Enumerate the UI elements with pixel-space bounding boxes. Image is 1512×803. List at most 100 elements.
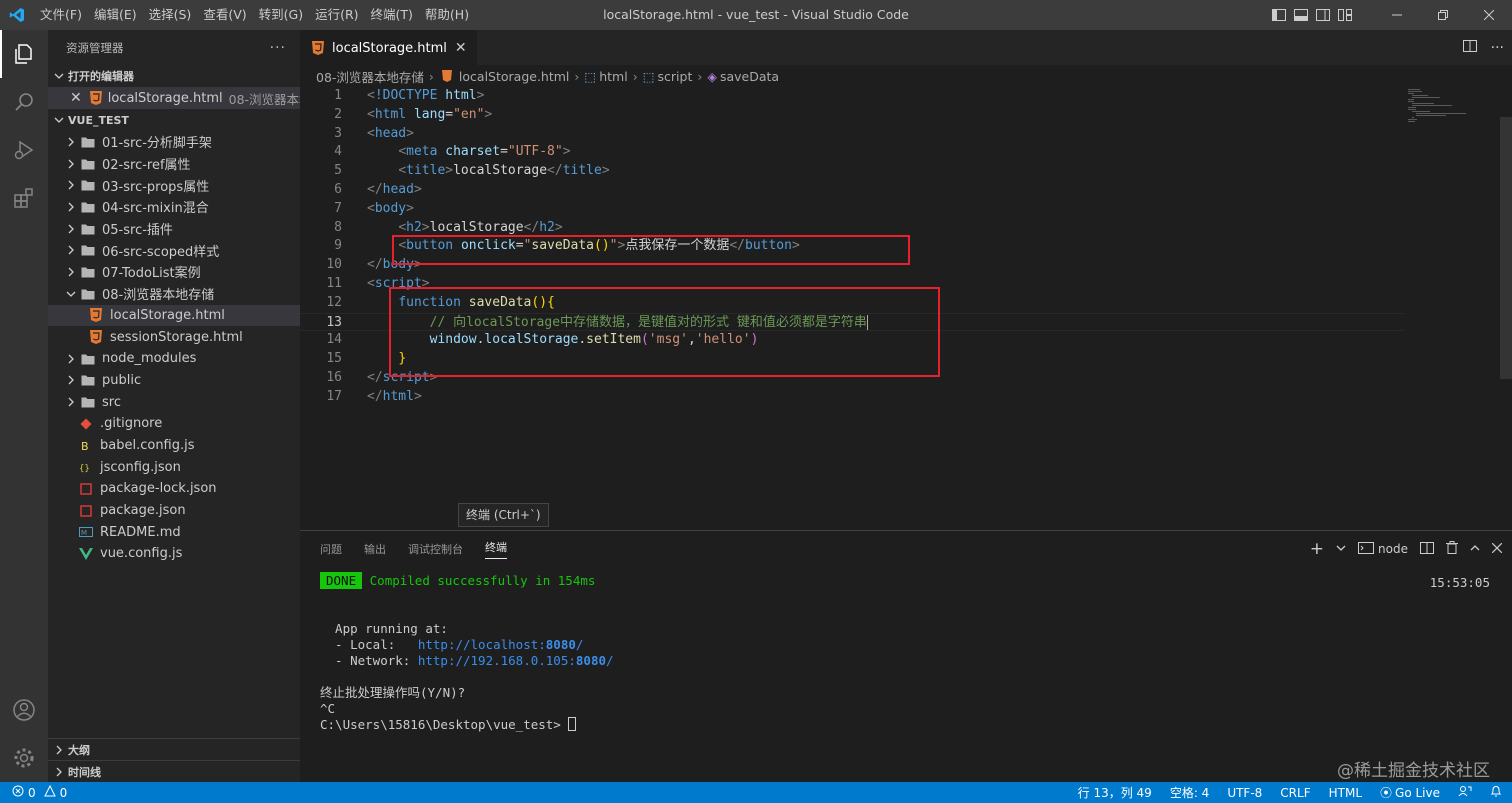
explorer-icon[interactable] — [0, 30, 48, 78]
go-live-label: Go Live — [1395, 785, 1440, 800]
tree-item[interactable]: package.json — [48, 500, 300, 522]
tree-item[interactable]: 02-src-ref属性 — [48, 153, 300, 175]
line-number: 2 — [334, 106, 342, 122]
editor-scrollbar[interactable] — [1500, 117, 1512, 379]
close-icon[interactable]: ✕ — [70, 90, 82, 106]
tree-item[interactable]: localStorage.html — [48, 304, 300, 327]
menu-edit[interactable]: 编辑(E) — [88, 0, 143, 30]
tree-item-label: 05-src-插件 — [102, 223, 173, 239]
maximize-panel-icon[interactable] — [1470, 542, 1480, 556]
breadcrumb-symbol[interactable]: saveData — [720, 69, 779, 84]
tree-item[interactable]: 07-TodoList案例 — [48, 261, 300, 283]
network-url[interactable]: http://192.168.0.105: — [418, 653, 576, 668]
code-line: 3 <head> — [300, 125, 1400, 144]
tab-problems[interactable]: 问题 — [320, 541, 342, 557]
tab-output[interactable]: 输出 — [364, 541, 386, 557]
tree-item[interactable]: package-lock.json — [48, 478, 300, 500]
bell-icon[interactable] — [1490, 785, 1502, 801]
menu-selection[interactable]: 选择(S) — [143, 0, 198, 30]
breadcrumb-script[interactable]: script — [658, 69, 693, 84]
chevron-down-icon[interactable] — [1336, 542, 1346, 556]
more-actions-icon[interactable]: ··· — [1491, 40, 1504, 56]
tree-item[interactable]: {} jsconfig.json — [48, 456, 300, 478]
close-panel-icon[interactable] — [1491, 542, 1503, 556]
tree-item-label: 04-src-mixin混合 — [102, 201, 209, 217]
tree-item[interactable]: 08-浏览器本地存储 — [48, 283, 300, 305]
error-icon[interactable] — [12, 785, 24, 800]
tree-item[interactable]: 04-src-mixin混合 — [48, 196, 300, 218]
breadcrumb-folder[interactable]: 08-浏览器本地存储 — [316, 67, 424, 86]
menu-file[interactable]: 文件(F) — [34, 0, 88, 30]
language-mode[interactable]: HTML — [1329, 786, 1362, 800]
new-terminal-icon[interactable]: + — [1310, 539, 1324, 559]
breadcrumb-file[interactable]: localStorage.html — [459, 69, 569, 84]
tab-terminal[interactable]: 终端 — [485, 539, 507, 559]
encoding[interactable]: UTF-8 — [1227, 786, 1262, 800]
breadcrumb-html[interactable]: html — [599, 69, 627, 84]
gear-icon[interactable] — [0, 734, 48, 782]
warning-count[interactable]: 0 — [60, 786, 68, 800]
restore-icon[interactable] — [1420, 0, 1466, 30]
close-window-icon[interactable] — [1466, 0, 1512, 30]
tree-item[interactable]: sessionStorage.html — [48, 326, 300, 348]
tree-item-label: node_modules — [102, 351, 197, 367]
run-debug-icon[interactable] — [0, 126, 48, 174]
menu-terminal[interactable]: 终端(T) — [365, 0, 419, 30]
tree-item[interactable]: src — [48, 391, 300, 413]
local-port[interactable]: 8080 — [546, 637, 576, 652]
minimap[interactable] — [1408, 87, 1498, 127]
split-editor-icon[interactable] — [1462, 39, 1477, 56]
go-live-button[interactable]: ⦿ Go Live — [1380, 784, 1440, 801]
open-editors-section[interactable]: 打开的编辑器 — [48, 65, 300, 87]
error-count[interactable]: 0 — [28, 786, 36, 800]
svg-text:{}: {} — [79, 464, 90, 473]
timeline-section[interactable]: 时间线 — [48, 760, 300, 782]
tab-localstorage[interactable]: localStorage.html ✕ — [300, 30, 477, 65]
open-editor-item[interactable]: ✕ localStorage.html 08-浏览器本地... — [48, 87, 300, 109]
tree-item[interactable]: vue.config.js — [48, 543, 300, 565]
tree-item[interactable]: 06-src-scoped样式 — [48, 239, 300, 261]
tree-item[interactable]: Bbabel.config.js — [48, 435, 300, 457]
toggle-secondary-sidebar-icon[interactable] — [1312, 0, 1334, 30]
terminal-shell-name[interactable]: node — [1378, 542, 1408, 556]
tree-item-label: 07-TodoList案例 — [102, 266, 201, 282]
network-port[interactable]: 8080 — [576, 653, 606, 668]
tree-item[interactable]: M README.md — [48, 521, 300, 543]
terminal-output[interactable]: DONE Compiled successfully in 154ms App … — [320, 572, 1500, 733]
menu-view[interactable]: 查看(V) — [197, 0, 252, 30]
search-icon[interactable] — [0, 78, 48, 126]
tree-item[interactable]: public — [48, 370, 300, 392]
feedback-icon[interactable] — [1458, 785, 1472, 800]
local-url[interactable]: http://localhost: — [418, 637, 546, 652]
indentation[interactable]: 空格: 4 — [1170, 784, 1210, 801]
line-number: 7 — [334, 200, 342, 216]
more-actions-icon[interactable]: ··· — [270, 40, 286, 56]
tree-item[interactable]: 03-src-props属性 — [48, 174, 300, 196]
trash-icon[interactable] — [1446, 541, 1458, 557]
extensions-icon[interactable] — [0, 174, 48, 222]
code-line: 6 </head> — [300, 181, 1400, 200]
tree-item[interactable]: 01-src-分析脚手架 — [48, 131, 300, 153]
tree-item[interactable]: node_modules — [48, 348, 300, 370]
line-number: 3 — [334, 125, 342, 141]
toggle-panel-icon[interactable] — [1290, 0, 1312, 30]
minimize-icon[interactable] — [1374, 0, 1420, 30]
tree-item[interactable]: .gitignore — [48, 413, 300, 435]
split-terminal-icon[interactable] — [1420, 541, 1434, 557]
customize-layout-icon[interactable] — [1334, 0, 1356, 30]
tree-item[interactable]: 05-src-插件 — [48, 218, 300, 240]
cursor-position[interactable]: 行 13，列 49 — [1078, 784, 1152, 801]
account-icon[interactable] — [0, 686, 48, 734]
line-ending[interactable]: CRLF — [1280, 786, 1310, 800]
project-section[interactable]: VUE_TEST — [48, 109, 300, 131]
tab-debug-console[interactable]: 调试控制台 — [408, 541, 463, 557]
outline-section[interactable]: 大纲 — [48, 738, 300, 760]
close-tab-icon[interactable]: ✕ — [455, 40, 467, 56]
menu-go[interactable]: 转到(G) — [253, 0, 309, 30]
npm-file-icon — [78, 503, 94, 519]
svg-text:M: M — [81, 529, 87, 537]
warning-icon[interactable] — [43, 784, 56, 800]
toggle-sidebar-icon[interactable] — [1268, 0, 1290, 30]
menu-help[interactable]: 帮助(H) — [419, 0, 475, 30]
menu-run[interactable]: 运行(R) — [309, 0, 364, 30]
